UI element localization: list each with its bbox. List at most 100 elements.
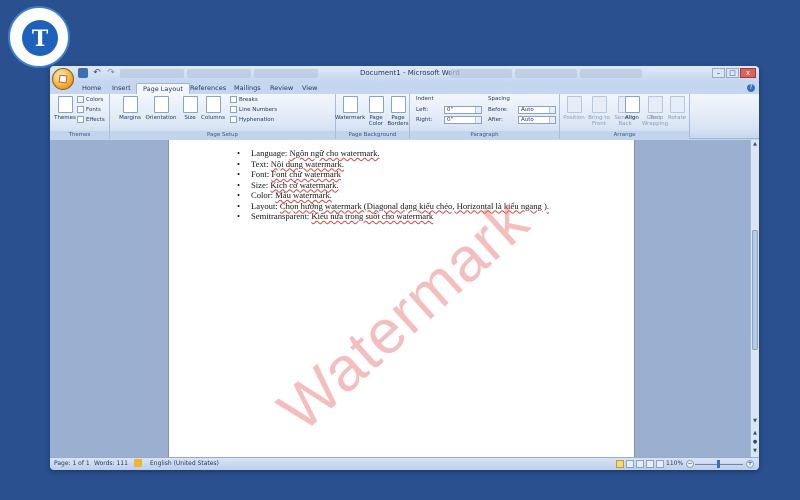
orientation-label: Orientation [145,115,177,121]
outline-icon[interactable] [646,460,654,468]
item-text: Font chữ watermark [271,169,341,179]
indent-right-input[interactable]: 0" [444,116,482,124]
redo-icon[interactable]: ↷ [106,68,116,78]
fonts-label: Fonts [86,107,101,113]
page-borders-icon [390,96,406,113]
hyphenation-icon [230,116,237,123]
page-setup-group: Margins Orientation Size Columns Breaks … [110,94,336,139]
item-text: Ngôn ngữ cho watermark. [289,148,380,158]
language-indicator[interactable]: English (United States) [150,460,219,467]
tab-references[interactable]: References [184,83,232,94]
breaks-button[interactable]: Breaks [230,96,258,105]
zoom-level[interactable]: 110% [666,460,683,467]
page-setup-group-label: Page Setup [110,131,335,139]
background-taskbar-tabs-right [450,69,642,78]
list-item: Language: Ngôn ngữ cho watermark. [237,148,549,159]
paragraph-group: Indent Left: 0" Right: 0" Spacing Before… [410,94,560,139]
item-text: Nội dung watermark. [270,158,344,169]
tab-view[interactable]: View [296,83,323,94]
group-label: Group [646,115,664,121]
full-screen-reading-icon[interactable] [626,460,634,468]
close-button[interactable]: x [740,68,756,78]
bring-to-front-icon [591,96,607,113]
tab-home[interactable]: Home [76,83,107,94]
browse-object-icon[interactable]: ● [752,439,758,446]
themes-group: Themes Colors Fonts Effects Themes [50,94,110,139]
brand-logo: T [8,6,70,68]
rotate-label: Rotate [667,115,686,121]
columns-button[interactable]: Columns [198,96,228,129]
margins-button[interactable]: Margins [116,96,144,129]
align-button[interactable]: Align [622,96,642,129]
fonts-button[interactable]: Fonts [77,106,101,115]
page-background-group-label: Page Background [336,131,409,139]
margins-icon [122,96,138,113]
minimize-button[interactable]: – [712,68,725,78]
web-layout-icon[interactable] [636,460,644,468]
word-count[interactable]: Words: 111 [94,460,128,467]
position-button[interactable]: Position [562,96,586,129]
help-icon[interactable]: ? [747,84,755,92]
item-text: Kích cỡ watermark. [270,179,339,190]
document-page[interactable]: Language: Ngôn ngữ cho watermark. Text: … [168,140,635,457]
indent-right-label: Right: [416,117,433,123]
indent-left-input[interactable]: 0" [444,106,482,114]
office-button[interactable] [52,68,74,90]
item-label: Color: [251,190,273,200]
item-label: Layout: [251,200,278,211]
save-icon[interactable] [78,68,88,78]
breaks-label: Breaks [239,97,258,103]
zoom-slider-thumb[interactable] [717,460,720,468]
draft-icon[interactable] [656,460,664,468]
scroll-thumb[interactable] [752,230,758,350]
zoom-in-icon[interactable]: + [746,460,754,468]
line-numbers-label: Line Numbers [239,107,278,113]
vertical-scrollbar[interactable]: ▲ ▼ ▲ ● ▼ [750,140,759,457]
tab-mailings[interactable]: Mailings [228,83,267,94]
next-page-icon[interactable]: ▼ [752,448,758,455]
spacing-after-input[interactable]: Auto [518,116,556,124]
position-label: Position [563,115,585,121]
size-icon [182,96,198,113]
rotate-button[interactable]: Rotate [666,96,688,129]
page-count[interactable]: Page: 1 of 1 [54,460,90,467]
zoom-out-icon[interactable]: − [686,460,694,468]
undo-icon[interactable]: ↶ [92,68,102,78]
effects-button[interactable]: Effects [77,116,105,125]
item-label: Size: [251,179,269,190]
colors-icon [77,96,84,103]
hyphenation-button[interactable]: Hyphenation [230,116,274,125]
tab-page-layout[interactable]: Page Layout [136,83,190,94]
list-item: Font: Font chữ watermark [237,169,549,180]
scroll-down-icon[interactable]: ▼ [752,418,758,425]
spacing-after-label: After: [488,117,503,123]
group-button[interactable]: Group [644,96,666,129]
ribbon-tabs: Home Insert Page Layout References Maili… [50,82,759,94]
tab-insert[interactable]: Insert [106,83,137,94]
window-title: Document1 - Microsoft Word [360,69,460,77]
bring-to-front-button[interactable]: Bring to Front [586,96,612,129]
orientation-button[interactable]: Orientation [144,96,178,129]
proofing-icon[interactable] [134,459,142,467]
watermark-button[interactable]: Watermark [335,96,365,129]
colors-label: Colors [86,97,104,103]
effects-icon [77,116,84,123]
align-icon [624,96,640,113]
group-icon [647,96,663,113]
spacing-before-label: Before: [488,107,508,113]
tab-review[interactable]: Review [264,83,299,94]
page-color-button[interactable]: Page Color [364,96,388,129]
watermark-icon [342,96,358,113]
item-text: Kiểu nửa trong suốt cho watermark [311,211,434,221]
maximize-button[interactable]: □ [726,68,739,78]
columns-label: Columns [201,115,225,121]
page-borders-button[interactable]: Page Borders [386,96,410,129]
scroll-up-icon[interactable]: ▲ [752,141,758,148]
list-item: Size: Kích cỡ watermark. [237,180,549,191]
spacing-before-input[interactable]: Auto [518,106,556,114]
themes-button[interactable]: Themes [51,96,79,129]
line-numbers-button[interactable]: Line Numbers [230,106,277,115]
colors-button[interactable]: Colors [77,96,103,105]
previous-page-icon[interactable]: ▲ [752,430,758,437]
print-layout-icon[interactable] [616,460,624,468]
